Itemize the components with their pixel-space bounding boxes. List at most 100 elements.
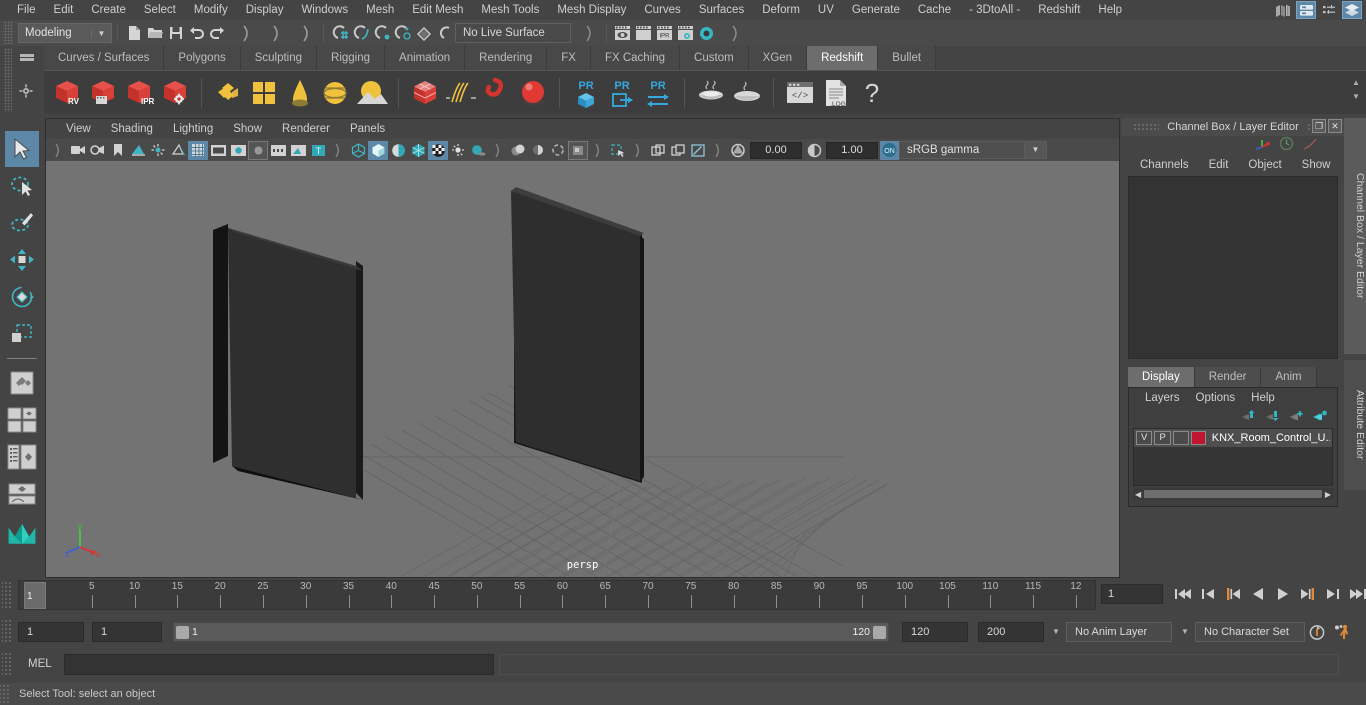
redo-icon[interactable] bbox=[207, 23, 228, 44]
single-perspective-layout[interactable] bbox=[5, 365, 39, 401]
shadows-toggle-icon[interactable] bbox=[468, 141, 488, 160]
menu-file[interactable]: File bbox=[8, 0, 45, 20]
gate-mask-icon[interactable] bbox=[248, 140, 268, 160]
shelf-redshift-render-settings-icon[interactable] bbox=[158, 75, 192, 111]
menu-edit-mesh[interactable]: Edit Mesh bbox=[403, 0, 472, 20]
menu-generate[interactable]: Generate bbox=[843, 0, 909, 20]
paint-select-tool[interactable] bbox=[5, 205, 39, 241]
snap-to-grid-icon[interactable] bbox=[329, 23, 350, 44]
viewport-menu-renderer[interactable]: Renderer bbox=[272, 119, 340, 139]
texture-text-icon[interactable]: T bbox=[308, 141, 328, 160]
shelf-grip[interactable] bbox=[4, 48, 12, 112]
gamma-icon[interactable] bbox=[804, 141, 824, 160]
layer-shading-toggle[interactable] bbox=[1172, 431, 1190, 445]
move-tool[interactable] bbox=[5, 242, 39, 278]
shelf-scroll-down-icon[interactable]: ▼ bbox=[1348, 90, 1364, 104]
select-tool[interactable] bbox=[5, 131, 39, 167]
channel-menu-channels[interactable]: Channels bbox=[1130, 154, 1199, 176]
shelf-redshift-volume-icon[interactable] bbox=[480, 75, 514, 111]
scale-tool[interactable] bbox=[5, 316, 39, 352]
current-frame-indicator[interactable]: 1 bbox=[24, 582, 46, 609]
menu-3dtoall[interactable]: - 3DtoAll - bbox=[960, 0, 1029, 20]
isolate-select-icon[interactable] bbox=[568, 140, 588, 160]
new-layer-from-selected-icon[interactable] bbox=[1312, 410, 1327, 425]
textured-icon[interactable] bbox=[428, 140, 448, 160]
menu-modify[interactable]: Modify bbox=[185, 0, 237, 20]
scroll-right-icon[interactable]: ▶ bbox=[1325, 490, 1331, 499]
xray-joints-icon[interactable] bbox=[608, 141, 628, 160]
move-layer-up-icon[interactable] bbox=[1240, 409, 1255, 425]
menu-windows[interactable]: Windows bbox=[292, 0, 357, 20]
curve-icon[interactable] bbox=[1302, 137, 1318, 154]
bookmark-icon[interactable] bbox=[108, 141, 128, 160]
grid-icon[interactable] bbox=[188, 140, 208, 160]
shelf-tab-rendering[interactable]: Rendering bbox=[465, 46, 548, 70]
modeling-toolkit-icon[interactable] bbox=[1273, 1, 1293, 19]
open-scene-icon[interactable] bbox=[144, 23, 165, 44]
save-scene-icon[interactable] bbox=[165, 23, 186, 44]
anim-layer-selector[interactable]: No Anim Layer bbox=[1066, 622, 1172, 642]
restore-icon[interactable]: ❐ bbox=[1312, 119, 1326, 133]
menu-curves[interactable]: Curves bbox=[635, 0, 689, 20]
shelf-redshift-material-grid-icon[interactable] bbox=[247, 75, 281, 111]
select-camera-icon[interactable] bbox=[68, 141, 88, 160]
render-view-icon[interactable] bbox=[612, 23, 633, 44]
snapshot-icon[interactable] bbox=[688, 141, 708, 160]
ipr-render-icon[interactable]: IPR bbox=[654, 23, 675, 44]
range-left-handle[interactable]: 1 bbox=[176, 625, 216, 639]
command-input-field[interactable] bbox=[64, 654, 494, 675]
render-sequence-icon[interactable] bbox=[633, 23, 654, 44]
channel-menu-show[interactable]: Show bbox=[1292, 154, 1341, 176]
clock-icon[interactable] bbox=[1279, 136, 1294, 154]
attribute-editor-icon[interactable] bbox=[1296, 1, 1316, 19]
layer-list-hscrollbar[interactable]: ◀ ▶ bbox=[1133, 488, 1333, 500]
playback-start-time-field[interactable]: 1 bbox=[92, 622, 162, 642]
menu-edit[interactable]: Edit bbox=[45, 0, 83, 20]
channel-menu-object[interactable]: Object bbox=[1238, 154, 1291, 176]
multisample-icon[interactable] bbox=[548, 141, 568, 160]
shelf-tab-xgen[interactable]: XGen bbox=[748, 46, 808, 70]
shelf-options-gear-icon[interactable] bbox=[19, 84, 33, 101]
shelf-redshift-proxy-export-icon[interactable]: PR bbox=[569, 75, 603, 111]
snap-to-view-plane-icon[interactable] bbox=[413, 23, 434, 44]
range-slider-grip[interactable] bbox=[2, 620, 11, 644]
layer-menu-options[interactable]: Options bbox=[1188, 388, 1244, 408]
play-backwards-icon[interactable] bbox=[1247, 582, 1269, 606]
viewport-menu-lighting[interactable]: Lighting bbox=[163, 119, 223, 139]
animation-preferences-icon[interactable] bbox=[1333, 624, 1353, 644]
current-frame-field[interactable]: 1 bbox=[1101, 584, 1163, 604]
snap-to-projected-center-icon[interactable] bbox=[392, 23, 413, 44]
shelf-redshift-script-editor-icon[interactable]: </> bbox=[783, 75, 817, 111]
step-forward-keyframe-icon[interactable] bbox=[1322, 582, 1344, 606]
viewport-menu-shading[interactable]: Shading bbox=[101, 119, 163, 139]
step-back-frame-icon[interactable] bbox=[1222, 582, 1244, 606]
shelf-redshift-help-icon[interactable]: ? bbox=[855, 75, 889, 111]
tab-render[interactable]: Render bbox=[1194, 367, 1262, 387]
xray-icon[interactable] bbox=[288, 141, 308, 160]
viewport-canvas[interactable]: y z x persp bbox=[46, 161, 1119, 577]
time-slider-grip[interactable] bbox=[2, 582, 11, 608]
layer-menu-help[interactable]: Help bbox=[1243, 388, 1283, 408]
shelf-redshift-area-light-icon[interactable] bbox=[355, 75, 389, 111]
character-set-dropdown-icon[interactable]: ▼ bbox=[1181, 627, 1189, 636]
menu-mesh-display[interactable]: Mesh Display bbox=[548, 0, 635, 20]
layer-editor-icon[interactable] bbox=[1342, 1, 1362, 19]
shelf-redshift-log-icon[interactable]: .LOG bbox=[819, 75, 853, 111]
range-right-handle[interactable]: 120 bbox=[852, 625, 886, 639]
menu-mesh-tools[interactable]: Mesh Tools bbox=[472, 0, 548, 20]
menu-deform[interactable]: Deform bbox=[753, 0, 809, 20]
shelf-redshift-dome-light-icon[interactable] bbox=[283, 75, 317, 111]
step-forward-frame-icon[interactable] bbox=[1297, 582, 1319, 606]
shelf-redshift-proxy-cube-icon[interactable] bbox=[408, 75, 442, 111]
axis-display-icon[interactable] bbox=[1253, 137, 1271, 154]
shelf-tab-fx[interactable]: FX bbox=[547, 46, 591, 70]
channel-box-icon[interactable] bbox=[1319, 1, 1339, 19]
shelf-redshift-bake-1-icon[interactable] bbox=[694, 75, 728, 111]
hypershade-icon[interactable] bbox=[696, 23, 717, 44]
new-layer-icon[interactable] bbox=[1288, 410, 1303, 425]
go-to-end-icon[interactable] bbox=[1347, 582, 1366, 606]
shelf-tab-rigging[interactable]: Rigging bbox=[317, 46, 386, 70]
auto-keyframe-icon[interactable] bbox=[1308, 624, 1326, 644]
motion-blur-icon[interactable] bbox=[528, 141, 548, 160]
shelf-redshift-render-sequence-icon[interactable] bbox=[86, 75, 120, 111]
